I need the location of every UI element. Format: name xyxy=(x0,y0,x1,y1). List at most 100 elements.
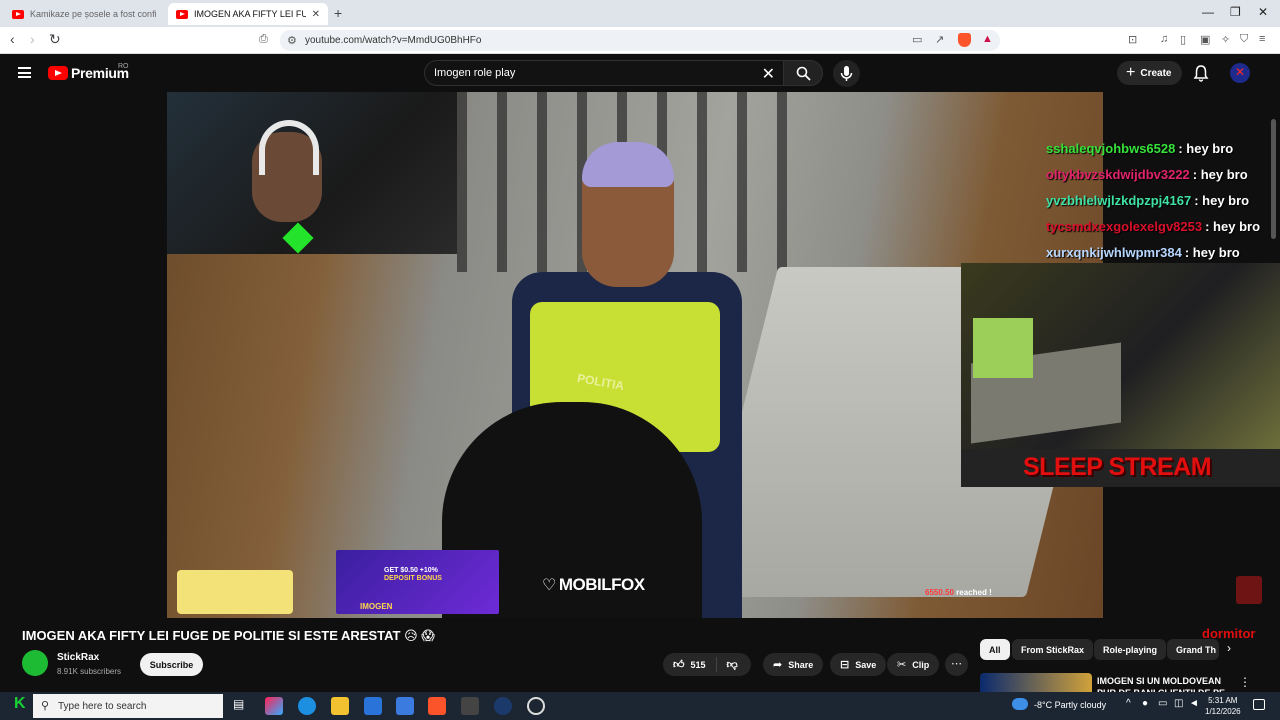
browser-tab-active[interactable]: IMOGEN AKA FIFTY LEI FUGE ✕ xyxy=(168,3,328,25)
chat-username: yvzbhlelwjlzkdpzpj4167 xyxy=(1046,193,1192,208)
voice-search-button[interactable] xyxy=(833,60,860,87)
streamer-webcam xyxy=(167,92,457,254)
guide-menu-icon[interactable] xyxy=(18,67,31,78)
more-actions-icon[interactable]: ⋯ xyxy=(945,653,968,676)
clear-search-icon[interactable]: ✕ xyxy=(762,64,775,84)
thumbs-down-icon[interactable]: 👎︎ xyxy=(717,658,748,671)
display-tray-icon[interactable]: ▭ xyxy=(1158,698,1167,709)
region-code: RO xyxy=(118,63,129,70)
subscribe-button[interactable]: Subscribe xyxy=(140,653,203,676)
clock-date: 1/12/2026 xyxy=(1205,707,1241,716)
music-icon[interactable]: ♫ xyxy=(1160,33,1168,45)
save-button[interactable]: ⊟ Save xyxy=(830,653,887,676)
task-view-icon[interactable]: ▤ xyxy=(233,697,251,715)
menu-icon[interactable]: ≡ xyxy=(1259,33,1265,45)
chat-text: : hey bro xyxy=(1194,193,1250,208)
save-label: Save xyxy=(855,659,877,670)
browser-tab-bar: Kamikaze pe șosele a fost confiscat IMOG… xyxy=(0,0,1280,27)
green-overlay-icon xyxy=(282,222,314,254)
edge-icon[interactable] xyxy=(298,697,316,715)
chevron-right-icon[interactable]: › xyxy=(1227,641,1231,655)
extensions-icon[interactable]: ⊡ xyxy=(1128,33,1137,46)
tab-title: IMOGEN AKA FIFTY LEI FUGE xyxy=(194,9,306,19)
back-icon[interactable]: ‹ xyxy=(10,31,15,47)
youtube-favicon-icon xyxy=(176,9,188,19)
chip-from-channel[interactable]: From StickRax xyxy=(1012,639,1094,660)
copilot-icon[interactable] xyxy=(265,697,283,715)
notifications-bell-icon[interactable] xyxy=(1193,64,1209,82)
goal-label: reached ! xyxy=(956,588,992,597)
site-info-icon[interactable]: ⚙ xyxy=(287,34,297,47)
close-tab-icon[interactable]: ✕ xyxy=(312,9,320,20)
brave-shields-icon[interactable] xyxy=(958,33,971,47)
ad-line-1: GET $0.50 +10% xyxy=(384,567,438,574)
share-page-icon[interactable]: ↗ xyxy=(935,33,944,46)
store-icon[interactable] xyxy=(396,697,414,715)
channel-watermark-icon xyxy=(1236,576,1262,604)
youtube-logo-icon[interactable] xyxy=(48,66,68,80)
weather-text[interactable]: -8°C Partly cloudy xyxy=(1034,700,1106,710)
chat-username: tycsmdxexgolexelgv8253 xyxy=(1046,219,1203,234)
youtube-header: Premium RO Imogen role play ✕ + Create xyxy=(0,54,1280,239)
chip-all[interactable]: All xyxy=(980,639,1010,660)
account-avatar[interactable] xyxy=(1230,63,1250,83)
taskbar-search-placeholder: Type here to search xyxy=(58,701,147,712)
channel-avatar[interactable] xyxy=(22,650,48,676)
scissors-icon: ✂ xyxy=(897,659,907,671)
create-button[interactable]: + Create xyxy=(1117,61,1182,85)
leo-ai-icon[interactable]: ✧ xyxy=(1221,33,1230,46)
save-icon: ⊟ xyxy=(840,659,850,671)
network-icon[interactable]: ◫ xyxy=(1174,698,1183,709)
brave-browser-icon[interactable] xyxy=(428,697,446,715)
tab-title: Kamikaze pe șosele a fost confiscat xyxy=(30,9,156,19)
search-button[interactable] xyxy=(783,60,823,86)
like-dislike-group: 👍︎ 515 👎︎ xyxy=(663,653,751,676)
new-tab-icon[interactable]: + xyxy=(334,5,342,21)
bookmark-icon[interactable]: ⎙ xyxy=(259,33,268,46)
address-bar: ‹ › ↻ ⎙ ⚙ youtube.com/watch?v=MmdUG0BhHF… xyxy=(0,27,1280,54)
forward-icon[interactable]: › xyxy=(30,31,35,47)
channel-name[interactable]: StickRax xyxy=(57,652,99,663)
obs-icon[interactable] xyxy=(527,697,545,715)
room-camera-view xyxy=(961,263,1280,449)
clip-button[interactable]: ✂ Clip xyxy=(887,653,940,676)
volume-icon[interactable]: ◄ xyxy=(1189,698,1199,709)
weather-icon xyxy=(1012,698,1028,710)
url-field[interactable]: ⚙ youtube.com/watch?v=MmdUG0BhHFo xyxy=(280,30,1000,51)
tray-chevron-icon[interactable]: ^ xyxy=(1126,698,1131,709)
chat-text: : hey bro xyxy=(1205,219,1261,234)
vpn-icon[interactable]: ⛉ xyxy=(1240,33,1248,46)
notification-center-icon[interactable] xyxy=(1253,699,1265,710)
share-button[interactable]: ➦ Share xyxy=(763,653,824,676)
wallet-icon[interactable]: ▣ xyxy=(1200,33,1210,46)
restore-icon[interactable]: ❐ xyxy=(1230,5,1241,19)
like-count: 515 xyxy=(690,659,706,670)
browser-tab[interactable]: Kamikaze pe șosele a fost confiscat xyxy=(4,3,164,25)
steam-icon[interactable] xyxy=(494,697,512,715)
chat-message: tycsmdxexgolexelgv8253: hey bro xyxy=(1046,219,1280,245)
like-button[interactable]: 👍︎ 515 xyxy=(663,657,717,672)
brave-rewards-icon[interactable]: ▲ xyxy=(982,33,993,45)
windows-taskbar: K ⚲ Type here to search ▤ -8°C Partly cl… xyxy=(0,692,1280,720)
search-icon xyxy=(796,66,811,81)
chip-role-playing[interactable]: Role-playing xyxy=(1094,639,1167,660)
chip-grand-theft[interactable]: Grand Th xyxy=(1167,639,1219,660)
chat-message: oltykbvzskdwijdbv3222: hey bro xyxy=(1046,167,1280,193)
file-explorer-icon[interactable] xyxy=(331,697,349,715)
cast-icon[interactable]: ▭ xyxy=(912,33,922,46)
search-icon: ⚲ xyxy=(41,700,50,712)
taskbar-search[interactable]: ⚲ Type here to search xyxy=(33,694,223,718)
reload-icon[interactable]: ↻ xyxy=(49,31,61,48)
close-window-icon[interactable]: ✕ xyxy=(1258,5,1268,19)
microphone-tray-icon[interactable]: ● xyxy=(1142,698,1148,709)
minimize-icon[interactable]: — xyxy=(1202,5,1214,19)
search-input[interactable]: Imogen role play ✕ xyxy=(424,60,784,86)
recommended-more-icon[interactable]: ⋮ xyxy=(1239,675,1251,689)
sidebar-icon[interactable]: ▯ xyxy=(1180,33,1186,46)
clip-label: Clip xyxy=(912,659,930,670)
start-logo-icon[interactable]: K xyxy=(14,695,26,713)
app-icon[interactable] xyxy=(461,697,479,715)
system-clock[interactable]: 5:31 AM 1/12/2026 xyxy=(1205,695,1241,717)
mail-icon[interactable] xyxy=(364,697,382,715)
chat-message: sshaleqvjohbws6528: hey bro xyxy=(1046,141,1280,167)
